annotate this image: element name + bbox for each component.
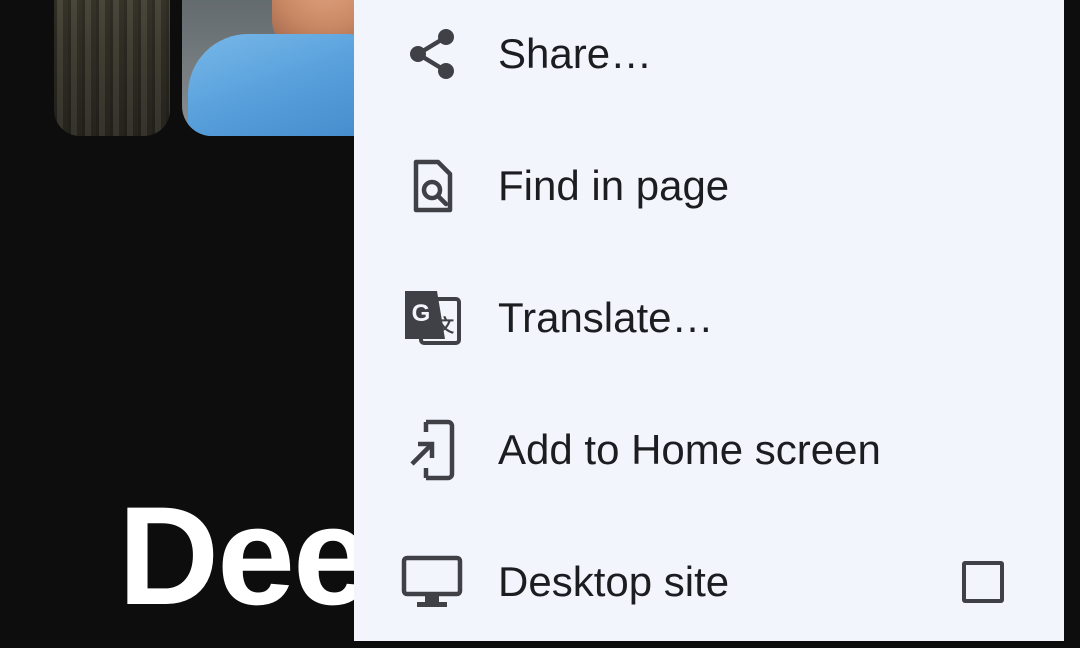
- screen-edge: [1064, 0, 1080, 641]
- menu-item-desktop-site[interactable]: Desktop site: [354, 516, 1064, 648]
- svg-text:文: 文: [436, 315, 455, 336]
- menu-item-add-to-home-screen[interactable]: Add to Home screen: [354, 384, 1064, 516]
- share-icon: [398, 20, 466, 88]
- menu-item-label: Desktop site: [498, 558, 729, 606]
- menu-item-label: Find in page: [498, 162, 729, 210]
- menu-item-translate[interactable]: G 文 Translate…: [354, 252, 1064, 384]
- desktop-icon: [398, 548, 466, 616]
- desktop-site-checkbox[interactable]: [962, 561, 1004, 603]
- translate-icon: G 文: [398, 284, 466, 352]
- svg-text:G: G: [412, 300, 431, 327]
- page-title-fragment: Dee: [118, 486, 369, 626]
- find-in-page-icon: [398, 152, 466, 220]
- menu-item-label: Add to Home screen: [498, 426, 881, 474]
- menu-item-share[interactable]: Share…: [354, 0, 1064, 120]
- overflow-menu: Share… Find in page G 文 Translate…: [354, 0, 1064, 641]
- menu-item-find-in-page[interactable]: Find in page: [354, 120, 1064, 252]
- add-to-home-screen-icon: [398, 416, 466, 484]
- menu-item-label: Share…: [498, 30, 652, 78]
- thumbnail-image-wood[interactable]: [54, 0, 170, 136]
- menu-item-label: Translate…: [498, 294, 714, 342]
